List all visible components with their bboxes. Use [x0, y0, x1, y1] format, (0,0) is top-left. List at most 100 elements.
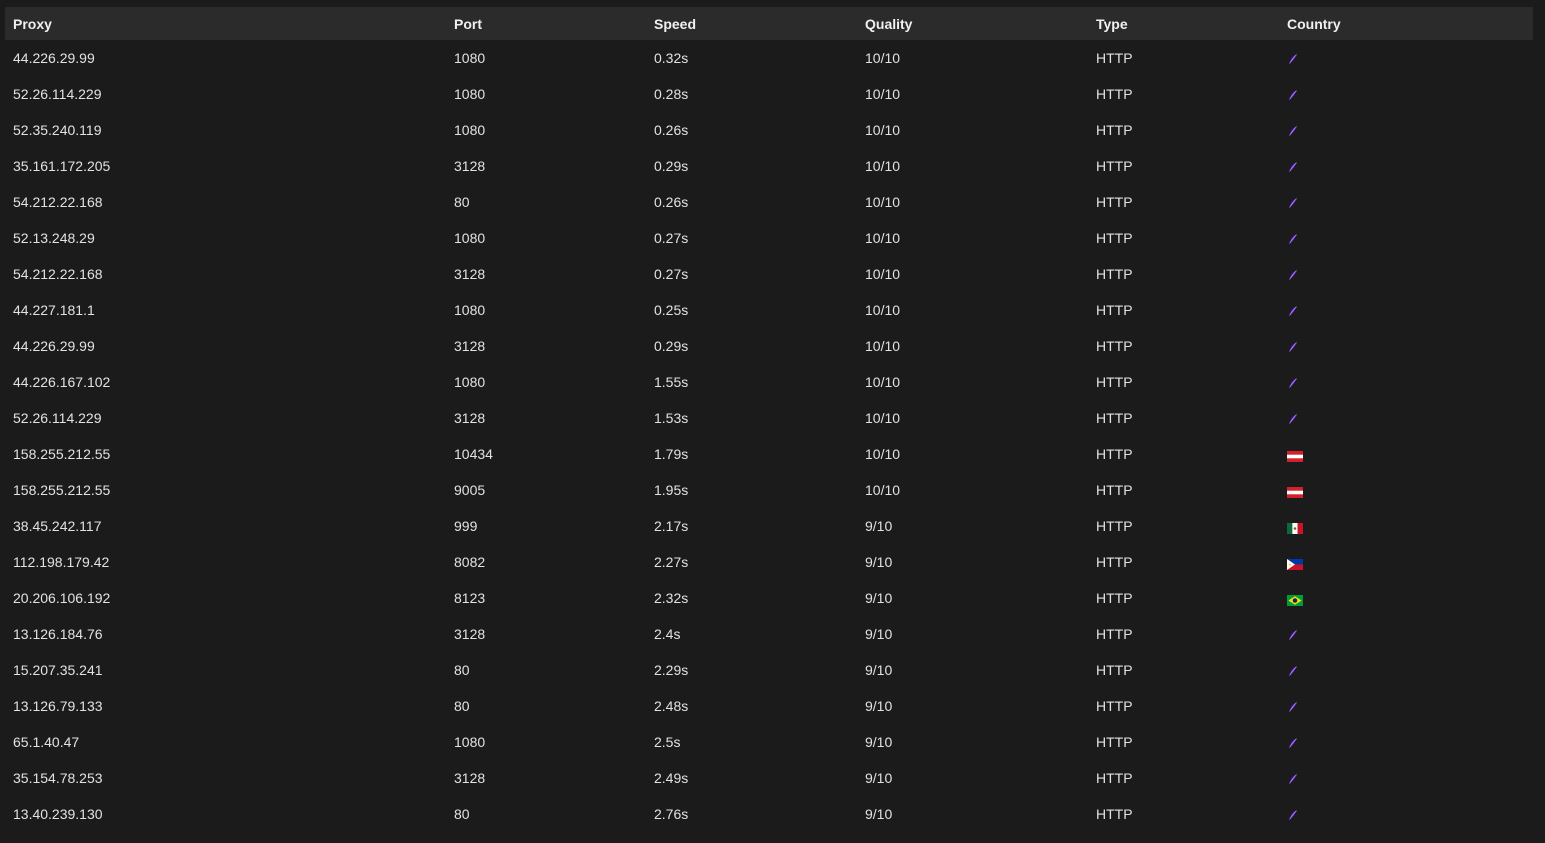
unknown-flag-icon	[1287, 196, 1299, 209]
cell-proxy: 38.45.242.117	[13, 518, 102, 534]
table-row[interactable]: 158.255.212.55 10434 1.79s 10/10 HTTP	[5, 436, 1533, 472]
cell-country	[1279, 184, 1533, 220]
header-row: Proxy Port Speed Quality Type Country	[5, 7, 1533, 40]
cell-type: HTTP	[1096, 698, 1133, 714]
cell-country	[1279, 328, 1533, 364]
column-header-port[interactable]: Port	[446, 7, 646, 40]
cell-port: 3128	[454, 338, 486, 354]
cell-proxy: 44.226.29.99	[13, 50, 95, 66]
cell-quality: 9/10	[865, 590, 893, 606]
table-row[interactable]: 54.212.22.168 3128 0.27s 10/10 HTTP	[5, 256, 1533, 292]
cell-port: 10434	[454, 446, 493, 462]
cell-country	[1279, 256, 1533, 292]
table-row[interactable]: 52.13.248.29 1080 0.27s 10/10 HTTP	[5, 220, 1533, 256]
cell-port: 3128	[454, 770, 486, 786]
cell-proxy: 20.206.106.192	[13, 590, 111, 606]
cell-country	[1279, 508, 1533, 544]
cell-speed: 1.53s	[654, 410, 689, 426]
table-row[interactable]: 38.45.242.117 999 2.17s 9/10 HTTP	[5, 508, 1533, 544]
cell-type: HTTP	[1096, 266, 1133, 282]
table-row[interactable]: 52.26.114.229 1080 0.28s 10/10 HTTP	[5, 76, 1533, 112]
cell-port: 3128	[454, 158, 486, 174]
cell-speed: 0.27s	[654, 230, 689, 246]
cell-speed: 1.79s	[654, 446, 689, 462]
cell-type: HTTP	[1096, 806, 1133, 822]
table-row[interactable]: 52.35.240.119 1080 0.26s 10/10 HTTP	[5, 112, 1533, 148]
table-row[interactable]: 13.40.239.130 80 2.76s 9/10 HTTP	[5, 796, 1533, 832]
cell-proxy: 158.255.212.55	[13, 446, 111, 462]
cell-speed: 1.55s	[654, 374, 689, 390]
cell-proxy: 112.198.179.42	[13, 554, 110, 570]
cell-proxy: 13.126.79.133	[13, 698, 103, 714]
cell-port: 1080	[454, 122, 486, 138]
cell-speed: 2.48s	[654, 698, 689, 714]
table-row[interactable]: 20.206.106.192 8123 2.32s 9/10 HTTP	[5, 580, 1533, 616]
cell-proxy: 35.154.78.253	[13, 770, 103, 786]
cell-speed: 2.76s	[654, 806, 689, 822]
table-row[interactable]: 35.154.78.253 3128 2.49s 9/10 HTTP	[5, 760, 1533, 796]
cell-speed: 0.26s	[654, 194, 689, 210]
cell-type: HTTP	[1096, 662, 1133, 678]
cell-quality: 10/10	[865, 194, 901, 210]
cell-port: 1080	[454, 374, 486, 390]
cell-port: 3128	[454, 626, 486, 642]
table-row[interactable]: 13.126.184.76 3128 2.4s 9/10 HTTP	[5, 616, 1533, 652]
cell-speed: 2.29s	[654, 662, 689, 678]
unknown-flag-icon	[1287, 628, 1299, 641]
table-row[interactable]: 15.207.35.241 80 2.29s 9/10 HTTP	[5, 652, 1533, 688]
cell-quality: 10/10	[865, 158, 901, 174]
cell-quality: 9/10	[865, 554, 893, 570]
unknown-flag-icon	[1287, 772, 1299, 785]
table-row[interactable]: 44.226.167.102 1080 1.55s 10/10 HTTP	[5, 364, 1533, 400]
column-header-speed[interactable]: Speed	[646, 7, 857, 40]
cell-proxy: 44.227.181.1	[13, 302, 95, 318]
table-row[interactable]: 44.226.29.99 3128 0.29s 10/10 HTTP	[5, 328, 1533, 364]
cell-speed: 0.26s	[654, 122, 689, 138]
table-row[interactable]: 35.161.172.205 3128 0.29s 10/10 HTTP	[5, 148, 1533, 184]
cell-proxy: 54.212.22.168	[13, 194, 103, 210]
cell-type: HTTP	[1096, 338, 1133, 354]
cell-type: HTTP	[1096, 626, 1133, 642]
cell-port: 8082	[454, 554, 486, 570]
table-row[interactable]: 112.198.179.42 8082 2.27s 9/10 HTTP	[5, 544, 1533, 580]
table-row[interactable]: 158.255.212.55 9005 1.95s 10/10 HTTP	[5, 472, 1533, 508]
column-header-type[interactable]: Type	[1088, 7, 1279, 40]
unknown-flag-icon	[1287, 304, 1299, 317]
table-body: 44.226.29.99 1080 0.32s 10/10 HTTP 52.26.114.…	[5, 40, 1533, 832]
cell-quality: 9/10	[865, 662, 893, 678]
cell-speed: 2.27s	[654, 554, 689, 570]
cell-port: 1080	[454, 734, 486, 750]
table-row[interactable]: 44.226.29.99 1080 0.32s 10/10 HTTP	[5, 40, 1533, 76]
cell-speed: 1.95s	[654, 482, 689, 498]
table-row[interactable]: 54.212.22.168 80 0.26s 10/10 HTTP	[5, 184, 1533, 220]
cell-country	[1279, 544, 1533, 580]
austria-flag-icon	[1287, 485, 1303, 498]
cell-proxy: 65.1.40.47	[13, 734, 80, 750]
cell-quality: 9/10	[865, 518, 893, 534]
column-header-quality[interactable]: Quality	[857, 7, 1088, 40]
cell-quality: 10/10	[865, 482, 901, 498]
column-header-proxy[interactable]: Proxy	[5, 7, 446, 40]
philippines-flag-icon	[1287, 557, 1303, 570]
table-row[interactable]: 65.1.40.47 1080 2.5s 9/10 HTTP	[5, 724, 1533, 760]
cell-port: 80	[454, 662, 470, 678]
cell-quality: 10/10	[865, 122, 901, 138]
unknown-flag-icon	[1287, 232, 1299, 245]
cell-quality: 10/10	[865, 86, 901, 102]
cell-country	[1279, 616, 1533, 652]
cell-quality: 10/10	[865, 50, 901, 66]
unknown-flag-icon	[1287, 52, 1299, 65]
cell-speed: 0.25s	[654, 302, 689, 318]
cell-proxy: 52.13.248.29	[13, 230, 95, 246]
cell-type: HTTP	[1096, 374, 1133, 390]
column-header-country[interactable]: Country	[1279, 7, 1533, 40]
table-row[interactable]: 44.227.181.1 1080 0.25s 10/10 HTTP	[5, 292, 1533, 328]
table-row[interactable]: 52.26.114.229 3128 1.53s 10/10 HTTP	[5, 400, 1533, 436]
cell-proxy: 44.226.29.99	[13, 338, 95, 354]
cell-type: HTTP	[1096, 302, 1133, 318]
cell-port: 3128	[454, 266, 486, 282]
table-row[interactable]: 13.126.79.133 80 2.48s 9/10 HTTP	[5, 688, 1533, 724]
cell-country	[1279, 652, 1533, 688]
cell-country	[1279, 112, 1533, 148]
cell-type: HTTP	[1096, 410, 1133, 426]
